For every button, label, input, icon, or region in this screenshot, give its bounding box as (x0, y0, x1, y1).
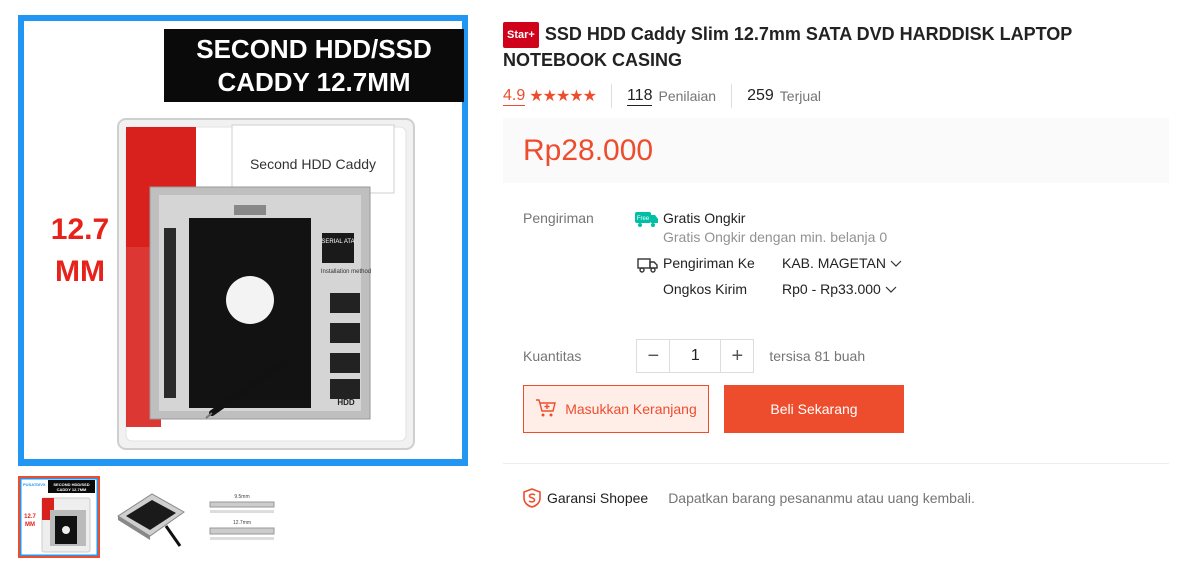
thumbnail-1-image: PUSATDIVX SECOND HDD/SSD CADDY 12.7MM 12… (20, 478, 98, 556)
purchase-panel: Pengiriman Free Gratis Ongkir Gratis Ong… (503, 22, 1169, 542)
thumbnail-3[interactable]: 9.5mm 12.7mm (202, 476, 284, 558)
thumb-3-top-label: 9.5mm (234, 494, 249, 500)
decrease-button[interactable]: − (637, 340, 669, 372)
cart-plus-icon (535, 398, 557, 421)
main-product-image[interactable]: PUSATDIVX SECOND HDD/SSD CADDY 12.7MM 12… (18, 15, 468, 466)
thumbnail-strip: PUSATDIVX SECOND HDD/SSD CADDY 12.7MM 12… (18, 476, 284, 558)
free-shipping-subtitle: Gratis Ongkir dengan min. belanja 0 (663, 229, 888, 245)
thumbnail-2[interactable] (110, 476, 192, 558)
ship-to-label: Pengiriman Ke (663, 255, 755, 271)
thumbnail-2-image (117, 493, 185, 547)
shield-icon (523, 488, 541, 508)
shipping-cost-value: Rp0 - Rp33.000 (782, 281, 881, 297)
quantity-stepper: − 1 + (636, 339, 755, 373)
stock-text: tersisa 81 buah (769, 348, 866, 364)
thumb-1-line-2: CADDY 12.7MM (57, 487, 87, 492)
thumb-3-bottom-label: 12.7mm (233, 520, 251, 526)
section-divider (503, 463, 1169, 464)
action-buttons: Masukkan Keranjang Beli Sekarang (523, 385, 904, 433)
quantity-input[interactable]: 1 (669, 340, 722, 372)
install-label: Installation method (321, 269, 371, 275)
free-shipping-icon: Free (635, 210, 659, 233)
shipping-cost-label: Ongkos Kirim (663, 281, 748, 297)
truck-icon (637, 256, 659, 279)
increase-button[interactable]: + (721, 340, 753, 372)
warranty-row[interactable]: Garansi Shopee Dapatkan barang pesananmu… (523, 488, 975, 508)
thumbnail-3-image: 9.5mm 12.7mm (209, 494, 275, 540)
thumbnail-1[interactable]: PUSATDIVX SECOND HDD/SSD CADDY 12.7MM 12… (18, 476, 100, 558)
warranty-description: Dapatkan barang pesananmu atau uang kemb… (668, 490, 975, 506)
shipping-label: Pengiriman (523, 210, 594, 226)
warranty-title: Garansi Shopee (547, 490, 649, 506)
hdd-label: HDD (337, 398, 355, 407)
chevron-down-icon (885, 281, 897, 297)
brand-tag: PUSATDIVX (30, 32, 154, 55)
sata-label: SERIAL ATA (321, 239, 354, 245)
quantity-label: Kuantitas (523, 348, 582, 364)
banner-line-2: CADDY 12.7MM (217, 67, 411, 97)
buy-now-button[interactable]: Beli Sekarang (724, 385, 904, 433)
add-to-cart-label: Masukkan Keranjang (565, 401, 697, 417)
ship-to-value: KAB. MAGETAN (782, 255, 886, 271)
thumb-1-brand: PUSATDIVX (23, 482, 46, 487)
banner-line-1: SECOND HDD/SSD (196, 34, 432, 64)
chevron-down-icon (890, 255, 902, 271)
add-to-cart-button[interactable]: Masukkan Keranjang (523, 385, 709, 433)
image-title-banner: SECOND HDD/SSD CADDY 12.7MM (164, 29, 464, 102)
package-label: Second HDD Caddy (250, 156, 376, 172)
caddy-package-illustration: Second HDD Caddy SERIAL ATA Installation… (117, 118, 415, 450)
quantity-row: Kuantitas − 1 + tersisa 81 buah (523, 339, 865, 373)
free-badge-text: Free (637, 216, 650, 222)
thumb-1-size-2: MM (25, 522, 35, 528)
shipping-cost-selector[interactable]: Rp0 - Rp33.000 (782, 281, 897, 297)
thumb-1-size-1: 12.7 (24, 514, 36, 520)
ship-to-selector[interactable]: KAB. MAGETAN (782, 255, 902, 271)
free-shipping-title: Gratis Ongkir (663, 210, 746, 226)
